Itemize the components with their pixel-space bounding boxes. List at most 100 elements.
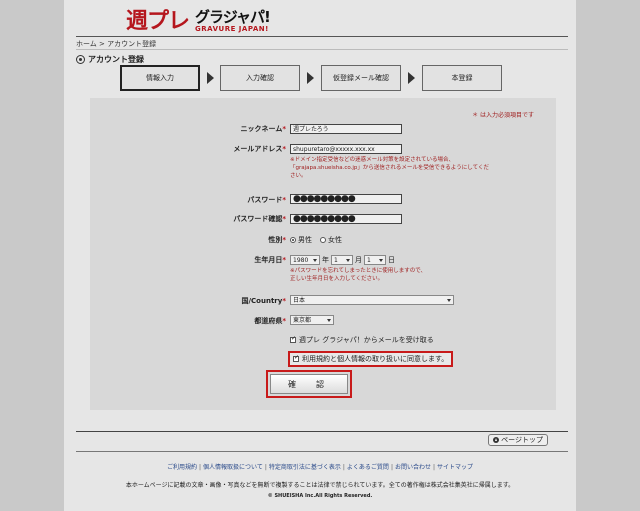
gender-female-radio[interactable] bbox=[320, 237, 326, 243]
required-star: * bbox=[282, 317, 286, 325]
birth-day-value: 1 bbox=[367, 257, 371, 264]
chevron-down-icon bbox=[346, 259, 350, 262]
country-label-text: 国/Country bbox=[241, 297, 283, 305]
gender-male-label[interactable]: 男性 bbox=[298, 235, 312, 245]
birth-month-value: 1 bbox=[334, 257, 338, 264]
year-unit: 年 bbox=[322, 256, 329, 264]
birthday-note: ※パスワードを忘れてしまったときに使用しますので、 正しい生年月日を入力してくだ… bbox=[290, 267, 426, 283]
birth-day-select[interactable]: 1 bbox=[364, 255, 386, 265]
logo-sub: グラジャパ! GRAVURE JAPAN! bbox=[195, 8, 271, 33]
country-wrap: 日本 bbox=[290, 295, 454, 305]
breadcrumb-divider bbox=[76, 49, 568, 50]
mail-optin-label[interactable]: 週プレ グラジャパ！からメールを受け取る bbox=[299, 335, 434, 345]
separator: | bbox=[198, 464, 202, 471]
arrow-up-icon bbox=[493, 437, 500, 443]
bullet-icon bbox=[76, 55, 85, 64]
confirm-highlight: 確 認 bbox=[266, 370, 352, 398]
required-star: * bbox=[282, 145, 286, 153]
birth-year-select[interactable]: 1980 bbox=[290, 255, 320, 265]
separator: | bbox=[342, 464, 345, 471]
prefecture-value: 東京都 bbox=[293, 317, 312, 324]
required-star: * bbox=[282, 125, 286, 133]
required-star: * bbox=[282, 196, 286, 204]
footer-link-sitemap[interactable]: サイトマップ bbox=[437, 464, 473, 471]
logo-sub-bottom: GRAVURE JAPAN! bbox=[195, 25, 269, 33]
country-value: 日本 bbox=[293, 297, 306, 304]
prefecture-wrap: 東京都 bbox=[290, 315, 334, 325]
birthday-note-line2: 正しい生年月日を入力してください。 bbox=[290, 276, 384, 282]
country-select[interactable]: 日本 bbox=[290, 295, 454, 305]
required-note: ＊ は入力必須項目です bbox=[472, 112, 534, 119]
step-input: 情報入力 bbox=[120, 65, 200, 91]
required-star: * bbox=[282, 297, 286, 305]
email-label: メールアドレス* bbox=[166, 144, 286, 154]
chevron-down-icon bbox=[379, 259, 383, 262]
birth-month-select[interactable]: 1 bbox=[331, 255, 353, 265]
step-input-label: 情報入力 bbox=[146, 74, 174, 82]
copyright: © SHUEISHA Inc.All Rights Reserved. bbox=[267, 493, 373, 499]
page-top-button[interactable]: ページトップ bbox=[488, 434, 548, 446]
content-divider bbox=[76, 431, 568, 432]
page-top-label: ページトップ bbox=[501, 436, 543, 444]
prefecture-select[interactable]: 東京都 bbox=[290, 315, 334, 325]
prefecture-label: 都道府県* bbox=[166, 316, 286, 326]
gender-female-label[interactable]: 女性 bbox=[328, 235, 342, 245]
page-container: 週プレ グラジャパ! GRAVURE JAPAN! ホーム > アカウント登録 … bbox=[64, 0, 576, 511]
nickname-label-text: ニックネーム bbox=[240, 125, 283, 133]
nickname-label: ニックネーム* bbox=[166, 124, 286, 134]
country-label: 国/Country* bbox=[166, 296, 286, 306]
step-arrow-icon bbox=[207, 72, 214, 84]
step-register: 本登録 bbox=[422, 65, 502, 91]
step-confirm-label: 入力確認 bbox=[246, 74, 274, 82]
mail-optin[interactable]: 週プレ グラジャパ！からメールを受け取る bbox=[290, 335, 434, 345]
email-note-line2: 「grajapa.shueisha.co.jp」から送信されるメールを受信できる… bbox=[290, 165, 489, 171]
step-arrow-icon bbox=[408, 72, 415, 84]
email-note-line1: ※ドメイン指定受信などの迷惑メール対策を設定されている場合、 bbox=[290, 157, 454, 163]
birthday-note-line1: ※パスワードを忘れてしまったときに使用しますので、 bbox=[290, 268, 427, 274]
section-title: アカウント登録 bbox=[76, 54, 144, 65]
day-unit: 日 bbox=[388, 256, 395, 264]
step-temp-mail: 仮登録メール確認 bbox=[321, 65, 401, 91]
registration-form: ＊ は入力必須項目です ニックネーム* 週プレたろう メールアドレス* shup… bbox=[90, 98, 556, 410]
breadcrumb[interactable]: ホーム > アカウント登録 bbox=[76, 39, 156, 49]
password-input[interactable]: ●●●●●●●●● bbox=[290, 194, 402, 204]
password-confirm-label: パスワード確認* bbox=[166, 214, 286, 224]
footer-link-contact[interactable]: お問い合わせ bbox=[395, 464, 431, 471]
nickname-input[interactable]: 週プレたろう bbox=[290, 124, 402, 134]
gender-label-text: 性別 bbox=[268, 236, 283, 244]
birthday-group: 1980 年 1 月 1 日 bbox=[290, 255, 397, 265]
header-divider bbox=[76, 36, 568, 37]
step-arrow-icon bbox=[307, 72, 314, 84]
footer-link-privacy[interactable]: 個人情報取扱について bbox=[203, 464, 263, 471]
confirm-button[interactable]: 確 認 bbox=[270, 374, 348, 394]
footer-link-faq[interactable]: よくあるご質問 bbox=[347, 464, 389, 471]
required-star: * bbox=[282, 215, 286, 223]
email-note-line3: さい。 bbox=[290, 173, 307, 179]
agree-checkbox[interactable] bbox=[293, 354, 299, 362]
agree-terms[interactable]: 利用規約と個人情報の取り扱いに同意します。 bbox=[288, 351, 454, 367]
copyright-notice: 本ホームページに記載の文章・画像・写真などを無断で複製することは法律で禁じられて… bbox=[125, 482, 515, 489]
section-title-text: アカウント登録 bbox=[88, 55, 144, 64]
footer-link-terms[interactable]: ご利用規約 bbox=[167, 464, 197, 471]
step-register-label: 本登録 bbox=[451, 74, 473, 82]
email-label-text: メールアドレス bbox=[233, 145, 283, 153]
site-logo[interactable]: 週プレ グラジャパ! GRAVURE JAPAN! bbox=[126, 5, 271, 34]
step-confirm: 入力確認 bbox=[220, 65, 300, 91]
email-note: ※ドメイン指定受信などの迷惑メール対策を設定されている場合、 「grajapa.… bbox=[290, 156, 489, 180]
chevron-down-icon bbox=[327, 319, 331, 322]
footer-link-tokusho[interactable]: 特定商取引法に基づく表示 bbox=[269, 464, 341, 471]
password-confirm-input[interactable]: ●●●●●●●●● bbox=[290, 214, 402, 224]
birthday-label: 生年月日* bbox=[166, 255, 286, 265]
agree-label[interactable]: 利用規約と個人情報の取り扱いに同意します。 bbox=[302, 354, 448, 364]
gender-male-radio[interactable] bbox=[290, 237, 296, 243]
logo-sub-top: グラジャパ! bbox=[195, 8, 271, 26]
mail-optin-checkbox[interactable] bbox=[290, 335, 296, 343]
email-input[interactable]: shupuretaro@xxxxx.xxx.xx bbox=[290, 144, 402, 154]
separator: | bbox=[390, 464, 393, 471]
birthday-label-text: 生年月日 bbox=[254, 256, 283, 264]
logo-main-text: 週プレ bbox=[126, 8, 190, 34]
month-unit: 月 bbox=[355, 256, 362, 264]
required-star: * bbox=[282, 236, 286, 244]
gender-group: 男性 女性 bbox=[290, 235, 342, 245]
password-confirm-label-text: パスワード確認 bbox=[233, 215, 283, 223]
